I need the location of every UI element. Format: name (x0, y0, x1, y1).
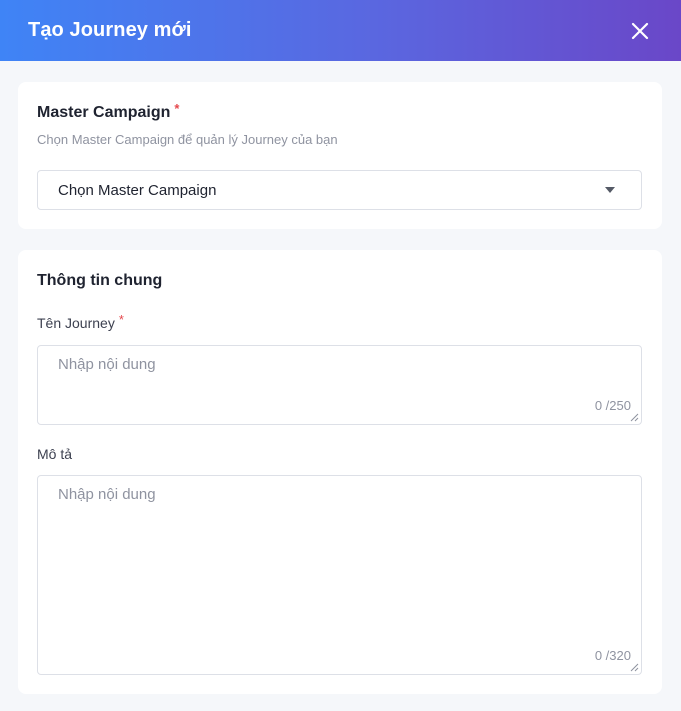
dialog-header: Tạo Journey mới (0, 0, 681, 61)
caret-down-icon (605, 187, 615, 193)
close-button[interactable] (627, 18, 653, 44)
description-input[interactable] (38, 476, 641, 674)
description-label: Mô tả (37, 446, 73, 462)
master-campaign-select[interactable]: Chọn Master Campaign (37, 170, 642, 210)
master-campaign-label-text: Master Campaign (37, 104, 171, 121)
master-campaign-hint: Chọn Master Campaign để quản lý Journey … (37, 132, 338, 147)
master-campaign-label: Master Campaign * (37, 101, 180, 122)
resize-grip-icon[interactable] (627, 410, 639, 422)
close-icon (631, 22, 649, 39)
required-mark: * (118, 312, 124, 327)
general-info-card: Thông tin chung Tên Journey* 0 /250 Mô t… (18, 250, 662, 694)
journey-name-label-text: Tên Journey (37, 315, 115, 331)
journey-name-label: Tên Journey * (37, 312, 124, 331)
journey-name-input[interactable] (38, 346, 641, 424)
journey-name-field-box: 0 /250 (37, 345, 642, 425)
dialog-title: Tạo Journey mới (28, 19, 192, 41)
master-campaign-card: Master Campaign * Chọn Master Campaign để… (18, 82, 662, 229)
description-counter: 0 /320 (594, 648, 631, 663)
master-campaign-select-value: Chọn Master Campaign (58, 181, 217, 199)
resize-grip-icon[interactable] (627, 660, 639, 672)
description-field-box: 0 /320 (37, 475, 642, 675)
journey-name-counter: 0 /250 (594, 398, 631, 413)
required-mark: * (174, 101, 180, 116)
general-info-title: Thông tin chung (37, 272, 163, 289)
